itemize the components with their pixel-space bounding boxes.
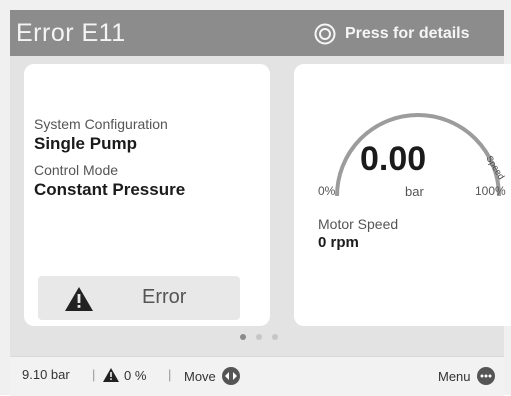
press-for-details-button[interactable]: Press for details bbox=[314, 21, 470, 47]
system-configuration-label: System Configuration bbox=[34, 116, 168, 132]
divider: | bbox=[92, 367, 96, 382]
target-circle-icon bbox=[314, 23, 336, 45]
control-mode-value: Constant Pressure bbox=[34, 180, 186, 199]
details-label: Press for details bbox=[345, 25, 470, 42]
pressure-readout: 9.10 bar bbox=[22, 367, 70, 382]
page-indicator bbox=[240, 334, 278, 340]
system-configuration-value: Single Pump bbox=[34, 134, 137, 153]
motor-speed-value: 0 rpm bbox=[318, 234, 359, 251]
status-bar: 9.10 bar | 0 % | Move Menu bbox=[10, 356, 504, 396]
move-button[interactable]: Move bbox=[184, 367, 240, 385]
motor-speed-label: Motor Speed bbox=[318, 216, 399, 232]
header-bar: Error E11 Press for details bbox=[10, 10, 504, 56]
error-status-label: Error bbox=[142, 286, 187, 308]
ellipsis-icon bbox=[476, 367, 495, 385]
menu-button[interactable]: Menu bbox=[438, 367, 495, 385]
system-pressure-readout: 9.10 bar bbox=[22, 367, 70, 382]
pressure-unit: bar bbox=[405, 184, 424, 199]
system-card[interactable]: System Configuration Single Pump Control… bbox=[24, 64, 270, 326]
warning-percent: 0 % bbox=[124, 367, 147, 383]
page-dot[interactable] bbox=[240, 334, 246, 340]
pressure-card[interactable]: Speed 0.00 bar 0% 100% Motor Speed 0 rpm bbox=[294, 64, 511, 326]
gauge-min-label: 0% bbox=[318, 184, 336, 198]
warning-triangle-icon bbox=[103, 368, 119, 382]
pressure-value: 0.00 bbox=[360, 140, 427, 178]
page-dot[interactable] bbox=[272, 334, 278, 340]
menu-label: Menu bbox=[438, 368, 471, 384]
error-title: Error E11 bbox=[16, 19, 126, 47]
control-mode-label: Control Mode bbox=[34, 162, 119, 178]
warning-triangle-icon bbox=[65, 287, 93, 311]
warning-readout: 0 % bbox=[102, 367, 146, 383]
divider: | bbox=[168, 367, 172, 382]
content-area: System Configuration Single Pump Control… bbox=[10, 56, 511, 356]
error-status-button[interactable]: Error bbox=[38, 276, 240, 320]
left-right-arrows-icon bbox=[221, 367, 240, 385]
controller-screen: Error E11 Press for details System Confi… bbox=[0, 0, 511, 396]
page-dot[interactable] bbox=[256, 334, 262, 340]
gauge-max-label: 100% bbox=[475, 184, 506, 198]
move-label: Move bbox=[184, 368, 216, 384]
